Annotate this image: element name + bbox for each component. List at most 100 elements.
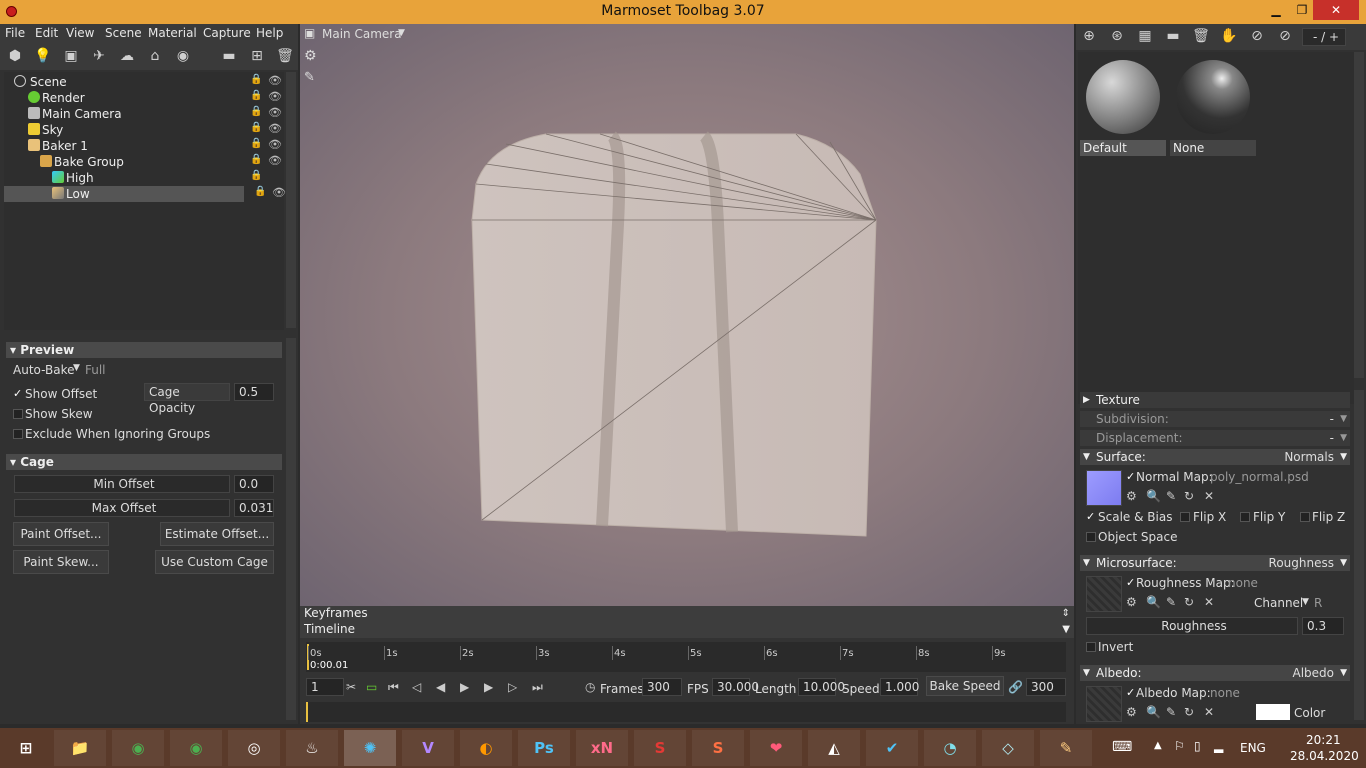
albedo-header[interactable]: ▼ Albedo: Albedo ▼ (1080, 665, 1350, 681)
albedo-map-check[interactable]: ✓ (1126, 686, 1135, 699)
tray-expand-icon[interactable]: ▲ (1154, 740, 1162, 751)
material-default[interactable]: Default (1080, 56, 1166, 156)
taskbar-marmoset[interactable]: ✺ (344, 730, 396, 766)
properties-scrollbar[interactable] (1354, 390, 1364, 720)
cage-opacity-input[interactable]: 0.5 (234, 383, 274, 401)
battery-icon[interactable]: ▯ (1194, 739, 1201, 753)
search-icon[interactable]: 🔍 (1146, 489, 1161, 503)
albedo-value[interactable]: Albedo (1292, 665, 1334, 681)
tree-item-render[interactable]: Render 🔒 👁 (4, 90, 284, 106)
taskbar-app-18[interactable]: ✎ (1040, 730, 1092, 766)
menu-edit[interactable]: Edit (35, 26, 58, 40)
cage-opacity-slider[interactable]: Cage Opacity (144, 383, 230, 415)
chevron-down-icon[interactable]: ▼ (73, 363, 80, 373)
pencil-icon[interactable]: ✎ (1166, 595, 1176, 609)
start-button[interactable]: ⊞ (0, 730, 52, 766)
subdivision-row[interactable]: Subdivision: - ▼ (1080, 411, 1350, 427)
clock-time[interactable]: 20:21 (1306, 733, 1341, 747)
menu-capture[interactable]: Capture (203, 26, 251, 40)
add-light-icon[interactable]: 💡 (34, 48, 52, 64)
refresh-icon[interactable]: ↻ (1184, 595, 1194, 609)
eye-icon[interactable]: 👁 (268, 138, 282, 151)
clear-icon[interactable]: ✕ (1204, 595, 1214, 609)
taskbar-visual-studio[interactable]: V (402, 730, 454, 766)
close-button[interactable]: ✕ (1313, 0, 1359, 20)
eye-icon[interactable]: 👁 (268, 90, 282, 103)
cage-header[interactable]: ▾ Cage (6, 454, 282, 470)
menu-material[interactable]: Material (148, 26, 197, 40)
displacement-row[interactable]: Displacement: - ▼ (1080, 430, 1350, 446)
roughness-map-thumb[interactable] (1086, 576, 1122, 612)
tree-item-main-camera[interactable]: Main Camera 🔒 👁 (4, 106, 284, 122)
paint-offset-button[interactable]: Paint Offset... (13, 522, 109, 546)
checker-icon[interactable]: ▦ (1136, 28, 1154, 44)
texture-header[interactable]: ▶ Texture (1080, 392, 1350, 408)
tree-item-low[interactable]: Low (4, 186, 244, 202)
flip-z-check[interactable] (1300, 512, 1310, 522)
lock-icon[interactable]: 🔒 (250, 138, 262, 149)
taskbar-app-13[interactable]: ❤ (750, 730, 802, 766)
taskbar-xnormal[interactable]: xN (576, 730, 628, 766)
compass-icon[interactable]: ⊘ (1248, 28, 1266, 44)
network-icon[interactable]: ⚐ (1174, 739, 1185, 753)
object-space-check[interactable] (1086, 532, 1096, 542)
tree-item-scene[interactable]: Scene 🔒 👁 (4, 74, 284, 90)
min-offset-slider[interactable]: Min Offset (14, 475, 230, 493)
albedo-map-file[interactable]: none (1210, 686, 1240, 700)
pencil-icon[interactable]: ✎ (1166, 705, 1176, 719)
taskbar-app-15[interactable]: ✔ (866, 730, 918, 766)
chevron-down-icon[interactable]: ▼ (1302, 597, 1309, 607)
lock-icon[interactable]: 🔒 (250, 170, 262, 181)
bake-speed-input[interactable]: 300 (1026, 678, 1066, 696)
show-offset-check[interactable]: ✓ (13, 387, 22, 400)
folder-icon[interactable]: ▬ (220, 48, 238, 64)
estimate-offset-button[interactable]: Estimate Offset... (160, 522, 274, 546)
max-offset-input[interactable]: 0.031 (234, 499, 274, 517)
exclude-check[interactable] (13, 429, 23, 439)
material-none[interactable]: None (1170, 56, 1256, 156)
eye-icon[interactable]: 👁 (268, 154, 282, 167)
tree-item-sky[interactable]: Sky 🔒 👁 (4, 122, 284, 138)
props-scrollbar[interactable] (286, 338, 296, 720)
roughness-map-file[interactable]: none (1228, 576, 1258, 590)
clock-date[interactable]: 28.04.2020 (1290, 749, 1359, 763)
expand-icon[interactable]: ⇕ (1062, 606, 1070, 621)
menu-file[interactable]: File (5, 26, 25, 40)
taskbar-substance[interactable]: S (634, 730, 686, 766)
frames-input[interactable]: 300 (642, 678, 682, 696)
tree-item-baker[interactable]: Baker 1 🔒 👁 (4, 138, 284, 154)
collapse-icon[interactable]: ▼ (1062, 622, 1070, 637)
loop-icon[interactable]: ▭ (366, 680, 377, 694)
invert-check[interactable] (1086, 642, 1096, 652)
search-icon[interactable]: 🔍 (1146, 705, 1161, 719)
clear-icon[interactable]: ✕ (1204, 705, 1214, 719)
menu-view[interactable]: View (66, 26, 94, 40)
scissors-icon[interactable]: ✂ (346, 680, 356, 694)
normal-map-check[interactable]: ✓ (1126, 470, 1135, 483)
roughness-map-check[interactable]: ✓ (1126, 576, 1135, 589)
trash-icon[interactable]: 🗑 (276, 48, 294, 64)
eye-icon[interactable]: 👁 (268, 122, 282, 135)
keyframe-track[interactable] (306, 702, 1066, 722)
folder-icon[interactable]: ▬ (1164, 28, 1182, 44)
flip-x-check[interactable] (1180, 512, 1190, 522)
tree-item-high[interactable]: High 🔒 (4, 170, 284, 186)
refresh-icon[interactable]: ↻ (1184, 705, 1194, 719)
minimize-button[interactable]: ▁ (1262, 0, 1290, 20)
taskbar-blender[interactable]: ◐ (460, 730, 512, 766)
pencil-icon[interactable]: ✎ (1166, 489, 1176, 503)
use-custom-cage-button[interactable]: Use Custom Cage (155, 550, 274, 574)
add-group-icon[interactable]: ✈ (90, 48, 108, 64)
search-icon[interactable]: 🔍 (1146, 595, 1161, 609)
timeline-ruler[interactable]: 0:00.01 0s 1s 2s 3s 4s 5s 6s 7s 8s 9s (306, 642, 1066, 672)
show-skew-check[interactable] (13, 409, 23, 419)
signal-icon[interactable]: ▂ (1214, 739, 1223, 753)
gear-icon[interactable]: ⚙ (1126, 489, 1137, 503)
skip-start-icon[interactable]: ⏮ (388, 680, 399, 695)
speed-input[interactable]: 1.000 (880, 678, 919, 696)
frame-input[interactable]: 1 (306, 678, 344, 696)
taskbar-chrome[interactable]: ◉ (112, 730, 164, 766)
tree-scrollbar[interactable] (286, 72, 296, 328)
preview-header[interactable]: ▾ Preview (6, 342, 282, 358)
taskbar-app-16[interactable]: ◔ (924, 730, 976, 766)
